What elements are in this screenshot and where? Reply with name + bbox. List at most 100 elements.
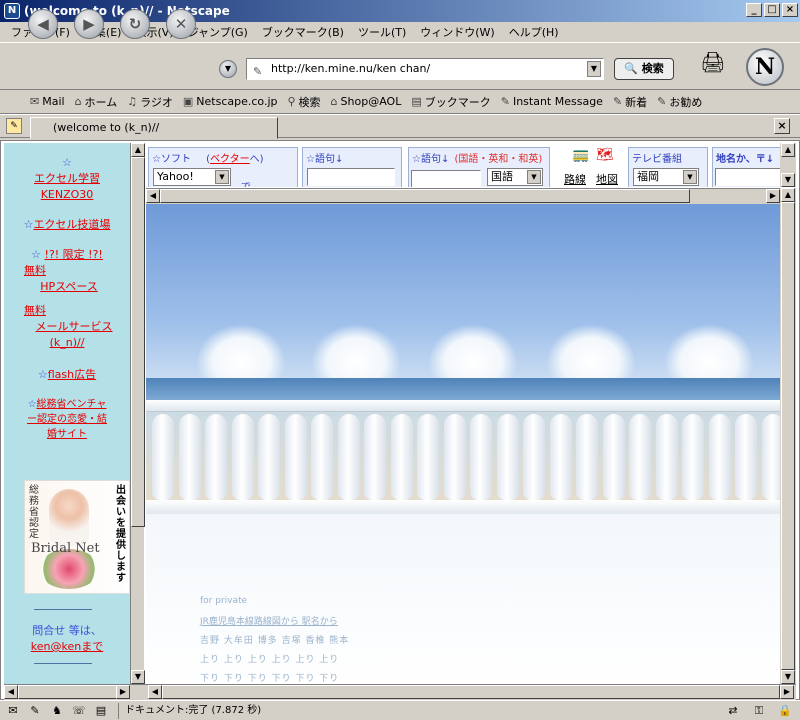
top-frame-hscrollbar[interactable]: ◀ ▶: [146, 188, 780, 204]
down-row[interactable]: 下り 下り 下り 下り 下り 下り: [200, 670, 349, 684]
baluster: [231, 414, 254, 500]
scroll-down-icon[interactable]: ▼: [131, 670, 145, 684]
link-mail-service[interactable]: メールサービス: [36, 320, 113, 333]
toolbar-recommend[interactable]: ✎ お勧め: [657, 94, 702, 110]
scroll-right-icon[interactable]: ▶: [766, 189, 780, 203]
forward-button[interactable]: ▶: [74, 9, 104, 39]
toolbar-new[interactable]: ✎ 新着: [613, 94, 647, 110]
scroll-up-icon[interactable]: ▲: [131, 143, 145, 157]
composer-icon[interactable]: ✎: [26, 704, 44, 718]
toolbar-bookmarks[interactable]: ▤ ブックマーク: [411, 94, 490, 110]
print-icon[interactable]: 🖨: [698, 50, 728, 76]
toolbar-search[interactable]: ⚲ 検索: [287, 94, 320, 110]
shop-icon: ⌂: [330, 95, 338, 108]
menu-tools[interactable]: ツール(T): [351, 24, 413, 40]
station-row[interactable]: 吉野 大牟田 博多 吉塚 香椎 熊本: [200, 632, 349, 651]
scroll-thumb[interactable]: [781, 202, 795, 670]
up-row[interactable]: 上り 上り 上り 上り 上り 上り: [200, 651, 349, 670]
toolbar-shop[interactable]: ⌂ Shop@AOL: [331, 95, 402, 108]
scroll-thumb[interactable]: [160, 189, 690, 203]
maximize-button[interactable]: □: [764, 3, 780, 17]
search-button-label: 検索: [641, 62, 664, 75]
menu-help[interactable]: ヘルプ(H): [502, 24, 566, 40]
link-hp-space[interactable]: HPスペース: [40, 280, 98, 293]
tab-title: (welcome to (k_n)//: [53, 121, 160, 134]
toolbar-home[interactable]: ⌂ ホーム: [75, 94, 118, 110]
reload-button[interactable]: ↻: [120, 9, 150, 39]
tv-region-select[interactable]: 福岡 ▼: [633, 168, 699, 186]
phrase-input-1[interactable]: [307, 168, 395, 186]
scroll-right-icon[interactable]: ▶: [116, 685, 130, 699]
scroll-left-icon[interactable]: ◀: [146, 189, 160, 203]
instant-message-icon[interactable]: ♞: [48, 704, 66, 718]
link-kenzo[interactable]: KENZO30: [41, 188, 94, 201]
url-text: http://ken.mine.nu/ken chan/: [271, 62, 431, 75]
sidebar-toggle-icon[interactable]: ▤: [92, 704, 110, 718]
address-book-icon[interactable]: ☏: [70, 704, 88, 718]
map-link[interactable]: 地図: [596, 171, 618, 187]
baluster: [417, 414, 439, 500]
link-kn[interactable]: (k_n)//: [50, 336, 85, 349]
toolbar-instant-message[interactable]: ✎ Instant Message: [501, 95, 603, 108]
tv-widget: テレビ番組 福岡 ▼: [628, 147, 708, 187]
dictionary-select[interactable]: 国語 ▼: [487, 168, 543, 186]
main-frame-scrollbar[interactable]: ▲ ▼: [780, 188, 796, 684]
place-widget: 地名か、〒↓: [712, 147, 780, 187]
soft-select[interactable]: Yahoo! ▼: [153, 168, 231, 186]
menu-window[interactable]: ウィンドウ(W): [413, 24, 501, 40]
vector-link[interactable]: ベクター: [210, 154, 250, 165]
train-icon: 🚃: [572, 147, 590, 163]
for-private-text: for private: [200, 596, 248, 606]
scroll-right-icon[interactable]: ▶: [780, 685, 794, 699]
link-excel-dojo[interactable]: エクセル技道場: [33, 218, 110, 231]
scroll-thumb[interactable]: [18, 685, 118, 699]
toolbar-mail[interactable]: ✉ Mail: [30, 95, 65, 108]
bridal-ad-banner[interactable]: 総務省認定 出会いを提供します Bridal Net: [24, 480, 130, 594]
cloud-image: [311, 324, 401, 378]
netscape-logo[interactable]: N: [746, 48, 784, 86]
link-excel-study[interactable]: エクセル学習: [34, 172, 100, 185]
search-button[interactable]: 🔍 検索: [614, 58, 674, 80]
page-icon: ✎: [253, 65, 263, 78]
jr-route-link[interactable]: JR鹿児島本線路線図から 駅名から: [200, 613, 349, 632]
url-field[interactable]: ✎ http://ken.mine.nu/ken chan/ ▼: [246, 58, 604, 80]
link-flash-ad[interactable]: flash広告: [48, 368, 96, 381]
contact-link[interactable]: ken@kenまで: [31, 640, 103, 653]
close-tab-button[interactable]: ×: [774, 118, 790, 134]
scroll-down-icon[interactable]: ▼: [781, 173, 795, 187]
url-dropdown-icon[interactable]: ▼: [587, 61, 601, 77]
history-dropdown-icon[interactable]: ▼: [219, 60, 237, 78]
phrase-input-2[interactable]: [411, 170, 481, 187]
limited-text[interactable]: !?! 限定 !?!: [45, 248, 103, 261]
page-hscrollbar[interactable]: ◀ ▶ ◀ ▶: [4, 684, 796, 700]
scroll-left-icon[interactable]: ◀: [4, 685, 18, 699]
top-frame-scrollbar[interactable]: ▲ ▼: [780, 143, 796, 187]
free-label-2[interactable]: 無料: [24, 304, 46, 317]
place-input[interactable]: [715, 168, 780, 186]
scroll-thumb[interactable]: [162, 685, 780, 699]
tab-sidebar-icon[interactable]: ✎: [6, 118, 22, 134]
baluster: [708, 414, 731, 500]
scroll-down-icon[interactable]: ▼: [781, 670, 795, 684]
stop-button[interactable]: ✕: [166, 9, 196, 39]
menu-bookmarks[interactable]: ブックマーク(B): [255, 24, 351, 40]
route-link[interactable]: 路線: [564, 171, 586, 187]
link-ministry[interactable]: 総務省ベンチャー認定の恋愛・結婚サイト: [27, 399, 107, 440]
scroll-left-icon[interactable]: ◀: [148, 685, 162, 699]
left-frame-scrollbar[interactable]: ▲ ▼: [130, 143, 145, 684]
scroll-up-icon[interactable]: ▲: [781, 188, 795, 202]
scroll-up-icon[interactable]: ▲: [781, 143, 795, 157]
baluster: [735, 414, 757, 500]
tab-welcome[interactable]: (welcome to (k_n)//: [30, 117, 278, 139]
baluster: [576, 414, 598, 500]
close-button[interactable]: ×: [782, 3, 798, 17]
free-label[interactable]: 無料: [24, 264, 46, 277]
toolbar-netscape[interactable]: ▣ Netscape.co.jp: [183, 95, 278, 108]
soft-widget: ☆ソフト (ベクターへ) Yahoo!▼ で: [148, 147, 298, 187]
back-button[interactable]: ◀: [28, 9, 58, 39]
netscape-icon: N: [4, 3, 20, 19]
mail-icon[interactable]: ✉: [4, 704, 22, 718]
minimize-button[interactable]: _: [746, 3, 762, 17]
toolbar-radio[interactable]: ♫ ラジオ: [127, 94, 173, 110]
scroll-thumb[interactable]: [131, 157, 145, 527]
